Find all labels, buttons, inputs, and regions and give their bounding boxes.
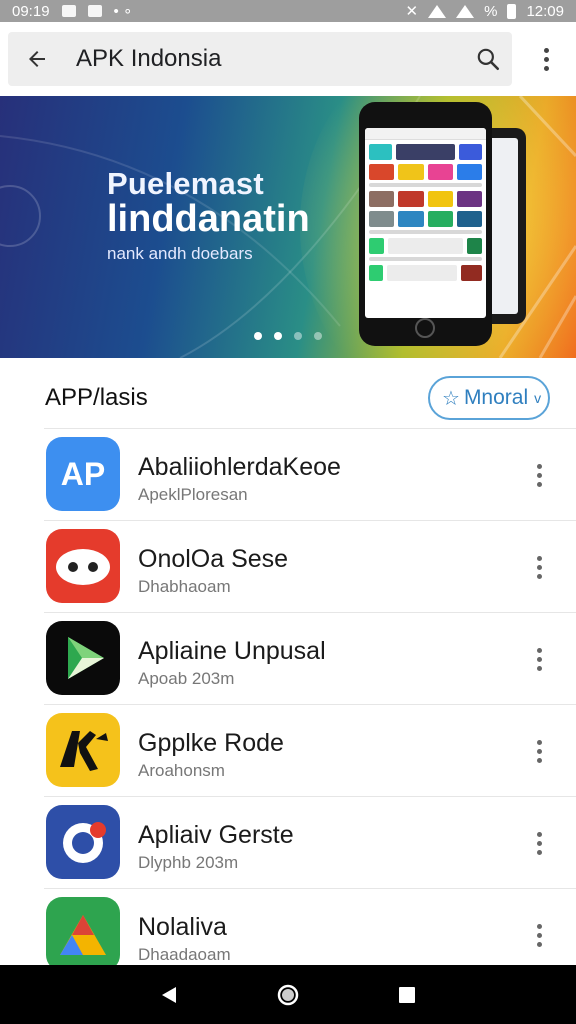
- app-subtitle: Dlyphb 203m: [138, 853, 239, 872]
- wifi-icon: [428, 4, 447, 18]
- drive-triangle-icon: [46, 897, 120, 971]
- item-overflow-button[interactable]: [530, 919, 548, 951]
- home-circle-icon: [277, 984, 299, 1005]
- image-notification-icon: [87, 5, 102, 17]
- back-button[interactable]: [8, 32, 66, 86]
- app-name: Apliaiv Gerste: [138, 821, 294, 849]
- overflow-menu-icon: [536, 739, 542, 763]
- app-name: OnolOa Sese: [138, 545, 289, 573]
- mute-icon: ✕: [405, 3, 419, 20]
- carousel-dot[interactable]: [254, 332, 262, 340]
- ap-logo-icon: AP: [46, 437, 120, 511]
- search-query[interactable]: APK Indonsia: [76, 45, 221, 73]
- section-title: APP/lasis: [45, 384, 148, 411]
- app-subtitle: Aroahonsm: [138, 761, 225, 780]
- section-header: APP/lasis ☆ Mnoral v: [0, 358, 576, 428]
- app-name: Apliaine Unpusal: [138, 637, 326, 665]
- more-notifications-icon: • ∘: [113, 3, 133, 20]
- carousel-dot[interactable]: [274, 332, 282, 340]
- nav-home-button[interactable]: [268, 975, 308, 1015]
- banner-subtitle: nank andh doebars: [107, 244, 253, 263]
- item-overflow-button[interactable]: [530, 735, 548, 767]
- play-triangle-icon: [46, 621, 120, 695]
- carousel-indicator[interactable]: [254, 332, 322, 340]
- overflow-menu-icon: [536, 923, 542, 947]
- back-triangle-icon: [162, 986, 177, 1003]
- item-overflow-button[interactable]: [530, 459, 548, 491]
- back-arrow-icon: [29, 51, 45, 67]
- red-face-icon: [46, 529, 120, 603]
- app-name: AbaliiohlerdaKeoe: [138, 453, 341, 481]
- phone-home-button: [415, 318, 435, 338]
- ring-logo-icon: [46, 805, 120, 879]
- item-overflow-button[interactable]: [530, 551, 548, 583]
- nav-recents-button[interactable]: [387, 975, 427, 1015]
- carousel-dot[interactable]: [314, 332, 322, 340]
- list-item[interactable]: Apliaiv Gerste Dlyphb 203m: [44, 796, 576, 888]
- list-item[interactable]: AP AbaliiohlerdaKeoe ApeklPloresan: [44, 428, 576, 520]
- star-icon: ☆: [442, 387, 460, 410]
- app-bar: APK Indonsia: [0, 22, 576, 96]
- list-item[interactable]: Apliaine Unpusal Apoab 203m: [44, 612, 576, 704]
- search-icon: [477, 48, 500, 71]
- overflow-menu-icon: [536, 831, 542, 855]
- phone-screen: [365, 128, 486, 318]
- app-subtitle: ApeklPloresan: [138, 485, 248, 504]
- search-bar[interactable]: APK Indonsia: [8, 32, 512, 86]
- recents-square-icon: [398, 986, 415, 1003]
- overflow-menu-button[interactable]: [526, 36, 566, 82]
- signal-icon: [456, 4, 475, 18]
- overflow-menu-icon: [536, 555, 542, 579]
- overflow-menu-icon: [536, 647, 542, 671]
- filter-chip-label: Mnoral: [463, 386, 529, 409]
- app-name: Gpplke Rode: [138, 729, 284, 757]
- banner-title-line1: Puelemast: [107, 166, 264, 201]
- list-item[interactable]: OnolOa Sese Dhabhaoam: [44, 520, 576, 612]
- app-subtitle: Dhabhaoam: [138, 577, 231, 596]
- overflow-menu-icon: [536, 463, 542, 487]
- battery-icon: [507, 3, 517, 19]
- battery-percent: %: [484, 2, 498, 20]
- black-glyph-icon: [46, 713, 120, 787]
- promo-banner[interactable]: Puelemast linddanatin nank andh doebars: [0, 96, 576, 358]
- item-overflow-button[interactable]: [530, 643, 548, 675]
- overflow-menu-icon: [543, 47, 549, 71]
- phone-illustration: [359, 102, 492, 346]
- carousel-dot[interactable]: [294, 332, 302, 340]
- system-nav-bar: [0, 965, 576, 1024]
- app-subtitle: Dhaadaoam: [138, 945, 231, 964]
- search-button[interactable]: [464, 32, 512, 86]
- chevron-down-icon: v: [534, 390, 542, 406]
- notification-icon: [61, 5, 76, 17]
- status-clock: 12:09: [526, 2, 564, 20]
- app-subtitle: Apoab 203m: [138, 669, 235, 688]
- item-overflow-button[interactable]: [530, 827, 548, 859]
- status-time: 09:19: [12, 2, 50, 20]
- banner-title-line2: linddanatin: [107, 198, 310, 240]
- list-item[interactable]: Gpplke Rode Aroahonsm: [44, 704, 576, 796]
- status-bar: 09:19 • ∘ ✕ % 12:09: [0, 0, 576, 22]
- nav-back-button[interactable]: [149, 975, 189, 1015]
- filter-chip[interactable]: ☆ Mnoral v: [428, 376, 550, 420]
- app-name: Nolaliva: [138, 913, 227, 941]
